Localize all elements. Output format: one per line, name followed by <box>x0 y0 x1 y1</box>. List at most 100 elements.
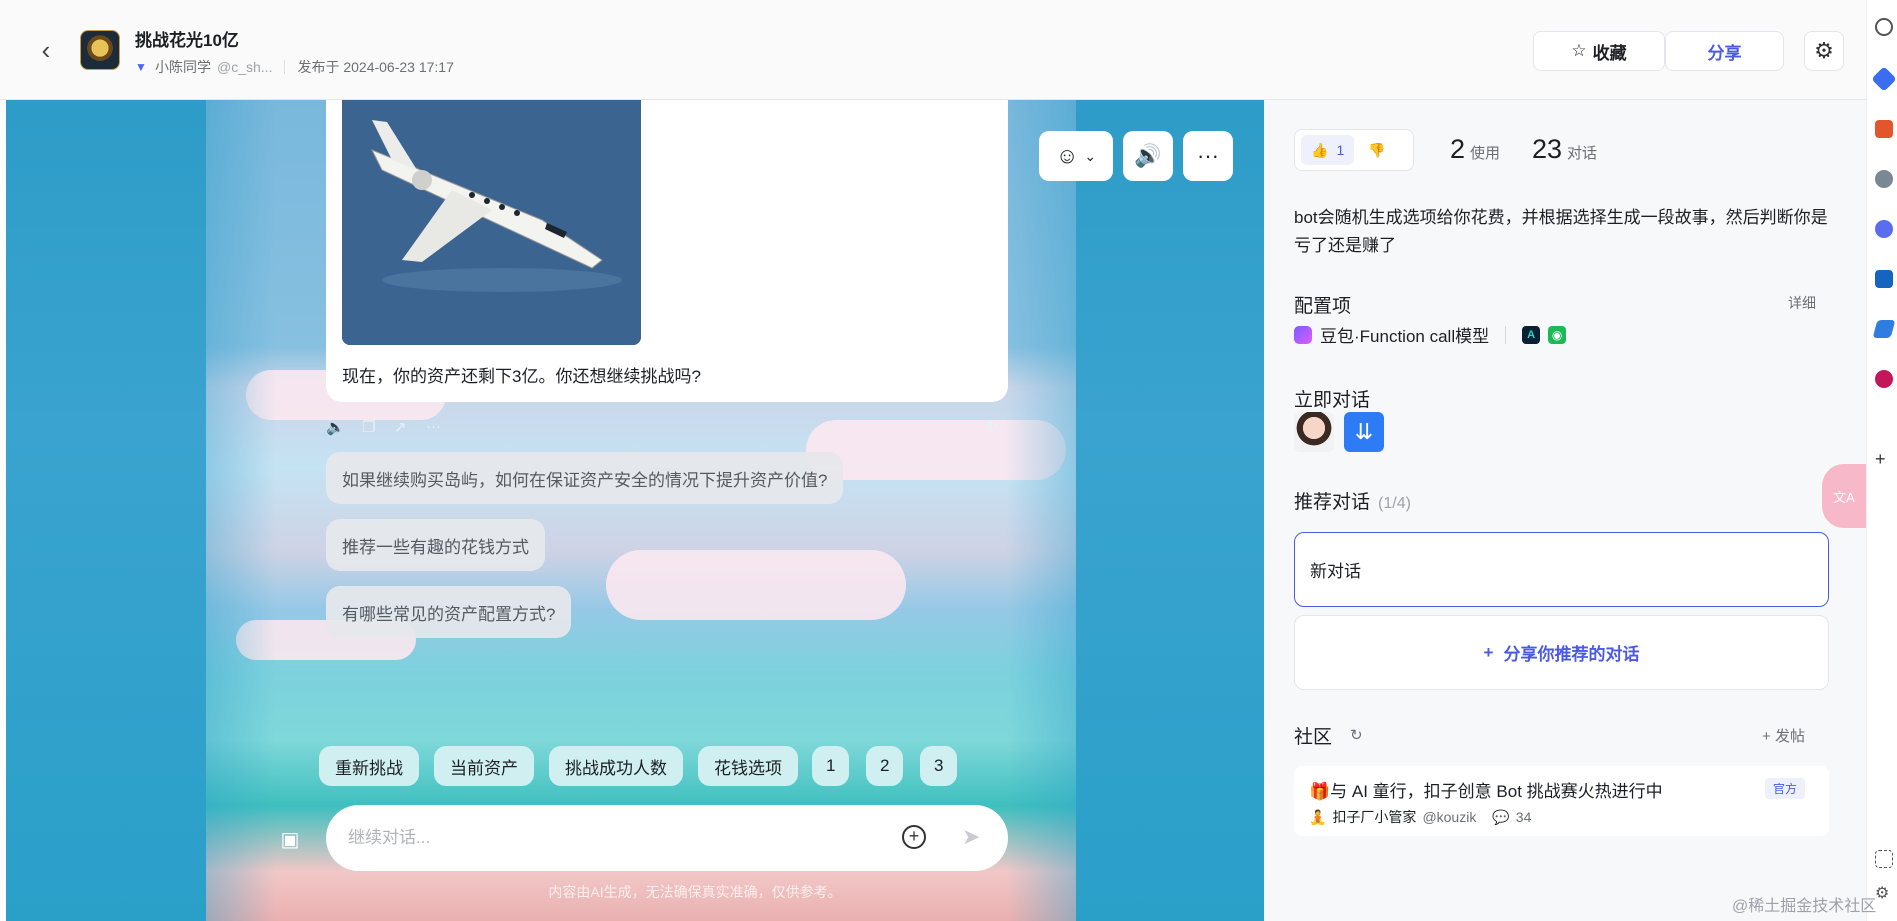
cloud <box>606 550 906 620</box>
gear-icon[interactable]: ⚙ <box>1875 885 1893 903</box>
recommend-item[interactable]: 新对话 <box>1294 532 1829 607</box>
screenshot-icon[interactable] <box>1875 850 1893 868</box>
voice-head-icon: ☺ <box>1055 143 1079 168</box>
author-avatar-icon: 🧘 <box>1309 808 1327 825</box>
send-icon[interactable]: ➤ <box>962 824 980 850</box>
quick-reply-winners[interactable]: 挑战成功人数 <box>549 746 683 786</box>
back-icon[interactable]: ‹ <box>34 35 58 65</box>
voice-select-button[interactable]: ☺ ⌄ <box>1039 131 1113 181</box>
ai-disclaimer: 内容由AI生成，无法确保真实准确，仅供参考。 <box>548 884 842 900</box>
thumbs-down-icon[interactable]: 👎 <box>1362 142 1391 159</box>
message-actions: 🔈 ❐ ↗ ··· ↻ <box>326 418 1008 440</box>
chat-input[interactable] <box>348 823 888 853</box>
speaker-button[interactable]: 🔊 <box>1123 131 1173 181</box>
profile-icon[interactable] <box>1875 170 1893 188</box>
like-button[interactable]: 👍 1 <box>1301 135 1355 165</box>
comment-icon: 💬 <box>1492 808 1510 825</box>
chat-area: 现在，你的资产还剩下3亿。你还想继续挑战吗? 🔈 ❐ ↗ ··· ↻ 如果继续购… <box>6 100 1264 921</box>
share-recommend-label: 分享你推荐的对话 <box>1503 645 1640 664</box>
chat-now-title: 立即对话 <box>1294 390 1371 411</box>
post-title: 🎁与 AI 童行，扣子创意 Bot 挑战赛火热进行中 <box>1309 777 1663 802</box>
bot-title: 挑战花光10亿 <box>135 31 239 50</box>
quick-reply-assets[interactable]: 当前资产 <box>434 746 534 786</box>
detail-link[interactable]: 详细 <box>1788 293 1816 313</box>
tools-icon[interactable] <box>1875 120 1893 138</box>
more-icon: ··· <box>1197 143 1219 168</box>
plus-icon[interactable]: + <box>902 825 926 849</box>
post-label: 发帖 <box>1774 728 1805 745</box>
jet-illustration <box>342 100 641 345</box>
plugin-icon[interactable]: ◉ <box>1548 325 1567 344</box>
attach-icon[interactable]: ▣ <box>278 827 302 851</box>
plus-icon: + <box>1762 728 1775 745</box>
send-icon[interactable] <box>1872 320 1896 338</box>
model-name[interactable]: 豆包·Function call模型 <box>1320 322 1489 347</box>
config-title: 配置项 <box>1294 296 1352 317</box>
bot-header: ‹ 挑战花光10亿 ▼ 小陈同学 @c_sh... 发布于 2024-06-23… <box>0 0 1866 100</box>
watermark: @稀土掘金技术社区 <box>1732 898 1877 915</box>
community-post[interactable]: 🎁与 AI 童行，扣子创意 Bot 挑战赛火热进行中 官方 🧘 扣子厂小管家 @… <box>1294 766 1829 836</box>
app-channel-icon[interactable]: ⇊ <box>1344 412 1384 452</box>
share-icon[interactable]: ↗ <box>394 418 407 436</box>
plugin-icon[interactable]: A <box>1522 325 1541 344</box>
model-icon <box>1294 325 1312 344</box>
more-icon[interactable]: ··· <box>426 418 441 435</box>
translate-icon: 文A <box>1833 489 1855 505</box>
copilot-icon[interactable] <box>1875 220 1893 238</box>
quick-reply-1[interactable]: 1 <box>812 746 850 786</box>
gear-icon: ⚙ <box>1814 38 1834 63</box>
suggestion-3[interactable]: 有哪些常见的资产配置方式? <box>326 586 572 638</box>
suggestion-1[interactable]: 如果继续购买岛屿，如何在保证资产安全的情况下提升资产价值? <box>326 452 844 504</box>
favorite-button[interactable]: ☆ 收藏 <box>1533 31 1665 71</box>
bot-message-text: 现在，你的资产还剩下3亿。你还想继续挑战吗? <box>342 367 701 386</box>
outlook-icon[interactable] <box>1875 270 1893 288</box>
translate-button[interactable]: 文A <box>1822 464 1866 528</box>
quick-reply-3[interactable]: 3 <box>920 746 958 786</box>
suggestion-2[interactable]: 推荐一些有趣的花钱方式 <box>326 519 545 571</box>
chat-input-box: + ➤ <box>326 805 1008 871</box>
verified-icon: ▼ <box>135 60 147 74</box>
bot-info-panel: 👍 1 👎 2 使用 23 对话 bot会随机生成选项给你花费，并根据选择生成一… <box>1264 100 1866 921</box>
author-handle: @c_sh... <box>217 59 273 75</box>
bot-meta: ▼ 小陈同学 @c_sh... 发布于 2024-06-23 17:17 <box>135 57 454 77</box>
comment-count: 34 <box>1515 809 1532 825</box>
quick-reply-options[interactable]: 花钱选项 <box>698 746 798 786</box>
speaker-icon: 🔊 <box>1134 143 1162 168</box>
add-icon[interactable]: + <box>1875 450 1893 468</box>
settings-button[interactable]: ⚙ <box>1804 31 1844 71</box>
gift-icon: 🎁 <box>1309 782 1331 801</box>
refresh-icon[interactable]: ↻ <box>1350 726 1363 744</box>
regenerate-icon[interactable]: ↻ <box>986 418 999 436</box>
share-recommend-button[interactable]: + 分享你推荐的对话 <box>1294 615 1829 690</box>
uses-stat: 2 使用 <box>1450 134 1500 165</box>
favorite-label: 收藏 <box>1592 43 1627 63</box>
author-name[interactable]: 小陈同学 <box>155 57 211 77</box>
bot-description: bot会随机生成选项给你花费，并根据选择生成一段故事，然后判断你是亏了还是赚了 <box>1294 208 1828 255</box>
post-button[interactable]: + 发帖 <box>1762 725 1805 746</box>
official-badge: 官方 <box>1765 778 1806 799</box>
thumbs-up-icon: 👍 <box>1311 141 1329 158</box>
divider <box>1505 325 1507 344</box>
uses-count: 2 <box>1450 134 1466 164</box>
model-row: 豆包·Function call模型 A ◉ <box>1294 322 1567 347</box>
more-button[interactable]: ··· <box>1183 131 1233 181</box>
plus-icon: + <box>1483 642 1494 662</box>
app-icon[interactable] <box>1875 370 1893 388</box>
chat-now-channels: ⇊ <box>1294 412 1384 452</box>
avatar-channel[interactable] <box>1294 412 1334 452</box>
quick-reply-restart[interactable]: 重新挑战 <box>319 746 419 786</box>
recommend-count: (1/4) <box>1378 495 1411 512</box>
recommend-title-text: 推荐对话 <box>1294 492 1371 513</box>
bot-avatar <box>80 30 120 70</box>
jet-image <box>342 100 641 345</box>
extension-icon[interactable] <box>1871 66 1897 92</box>
chats-stat: 23 对话 <box>1532 134 1597 165</box>
star-icon: ☆ <box>1571 41 1587 60</box>
quick-reply-2[interactable]: 2 <box>866 746 904 786</box>
copy-icon[interactable]: ❐ <box>362 418 375 436</box>
share-button[interactable]: 分享 <box>1665 31 1784 71</box>
search-icon[interactable] <box>1875 18 1893 36</box>
share-label: 分享 <box>1707 43 1742 63</box>
post-author: 扣子厂小管家 <box>1332 809 1417 825</box>
speaker-icon[interactable]: 🔈 <box>326 418 345 436</box>
